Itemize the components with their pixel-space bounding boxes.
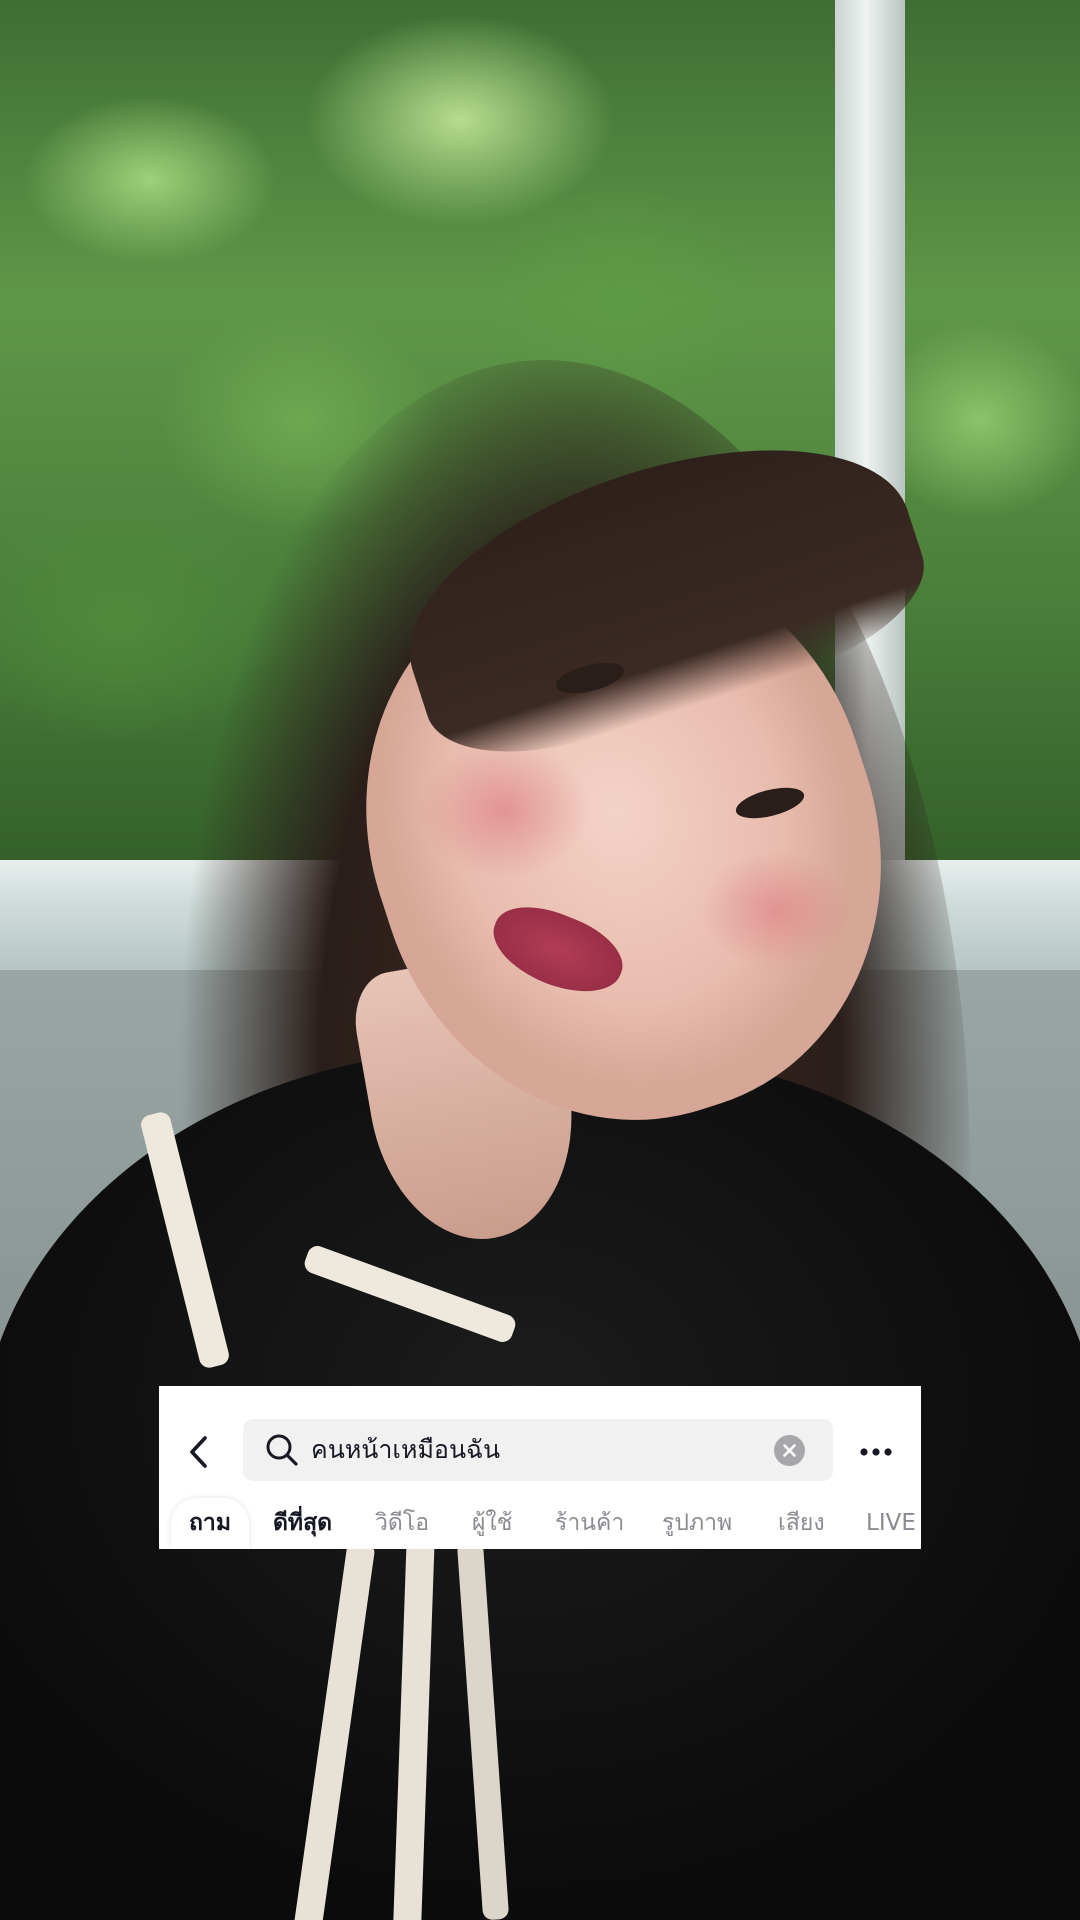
search-tabs: ถาม ดีที่สุด วิดีโอ ผู้ใช้ ร้านค้า รูปภา… bbox=[159, 1498, 921, 1549]
tab-live[interactable]: LIVE bbox=[866, 1498, 916, 1549]
video-background: ถาม ดีที่สุด วิดีโอ ผู้ใช้ ร้านค้า รูปภา… bbox=[0, 0, 1080, 1920]
tab-sounds[interactable]: เสียง bbox=[778, 1498, 825, 1549]
tab-videos[interactable]: วิดีโอ bbox=[375, 1498, 429, 1549]
clear-search-button[interactable] bbox=[774, 1435, 805, 1466]
clear-icon bbox=[783, 1444, 796, 1457]
back-button[interactable] bbox=[179, 1432, 219, 1472]
more-icon bbox=[860, 1448, 892, 1456]
search-box[interactable] bbox=[243, 1419, 833, 1481]
tab-ask[interactable]: ถาม bbox=[171, 1498, 249, 1549]
search-input[interactable] bbox=[311, 1419, 751, 1481]
search-header: ถาม ดีที่สุด วิดีโอ ผู้ใช้ ร้านค้า รูปภา… bbox=[159, 1386, 921, 1549]
more-options-button[interactable] bbox=[853, 1432, 899, 1472]
search-icon bbox=[266, 1434, 298, 1466]
person-cheek bbox=[700, 850, 850, 970]
chevron-left-icon bbox=[190, 1436, 207, 1468]
tab-users[interactable]: ผู้ใช้ bbox=[472, 1498, 512, 1549]
tab-top[interactable]: ดีที่สุด bbox=[273, 1498, 332, 1549]
tab-shop[interactable]: ร้านค้า bbox=[555, 1498, 624, 1549]
person-cheek bbox=[420, 740, 590, 880]
tab-photos[interactable]: รูปภาพ bbox=[662, 1498, 732, 1549]
